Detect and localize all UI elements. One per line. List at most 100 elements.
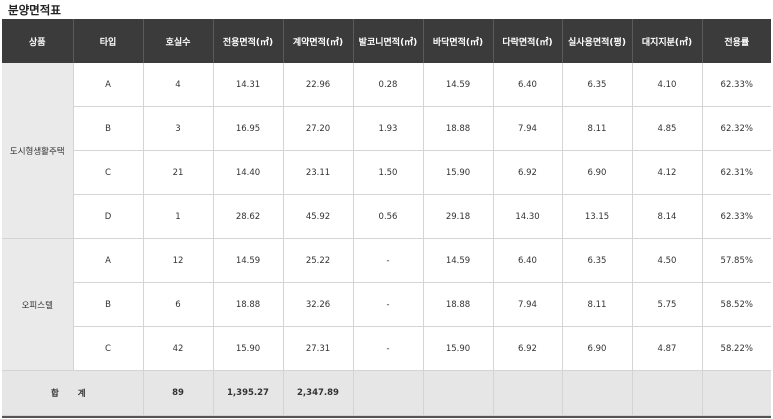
table-cell: 18.88 [423,106,494,151]
table-cell: 62.33% [702,63,771,107]
table-cell: 14.30 [493,194,563,239]
table-cell: 3 [143,106,214,151]
header-exclusive-ratio: 전용률 [702,19,771,63]
table-cell: 6.92 [493,150,563,195]
table-cell: - [353,326,424,371]
table-row: C 42 15.90 27.31-15.90 6.92 6.90 4.87 58.22% [2,326,771,371]
table-cell: A [73,238,144,283]
total-label: 합 계 [2,370,144,416]
table-cell: 14.59 [423,63,494,107]
table-cell: 14.40 [213,150,284,195]
table-cell: 22.96 [283,63,354,107]
table-row: D 1 28.62 45.92 0.56 29.18 14.30 13.15 8.14 62.33… [2,194,771,239]
table-row: B 6 18.88 32.26-18.88 7.94 8.11 5.75 58.52% [2,282,771,327]
table-cell: 32.26 [283,282,354,327]
total-empty [493,370,563,416]
table-cell: 15.90 [423,150,494,195]
table-cell: 6.35 [562,63,633,107]
table-cell: - [353,238,424,283]
table-cell: 27.20 [283,106,354,151]
table-cell: 6.40 [493,63,563,107]
table-cell: B [73,282,144,327]
table-cell: 18.88 [213,282,284,327]
table-cell: 42 [143,326,214,371]
table-cell: 21 [143,150,214,195]
header-units: 호실수 [143,19,214,63]
table-cell: 4.85 [632,106,703,151]
table-cell: 6.90 [562,326,633,371]
table-cell: 27.31 [283,326,354,371]
total-contract-area: 2,347.89 [283,370,354,416]
table-cell: 62.33% [702,194,771,239]
table-cell: 4.12 [632,150,703,195]
header-exclusive-area: 전용면적(㎡) [213,19,284,63]
table-cell: 8.11 [562,106,633,151]
table-cell: 58.22% [702,326,771,371]
table-cell: 4.87 [632,326,703,371]
header-floor-area: 바닥면적(㎡) [423,19,494,63]
table-cell: 14.59 [423,238,494,283]
total-empty [632,370,703,416]
table-cell: 1.50 [353,150,424,195]
table-cell: 14.31 [213,63,284,107]
table-cell: 28.62 [213,194,284,239]
table-cell: 4.50 [632,238,703,283]
table-cell: D [73,194,144,239]
table-cell: 16.95 [213,106,284,151]
header-balcony-area: 발코니면적(㎡) [353,19,424,63]
table-row: 오피스텔 A 12 14.59 25.22-14.59 6.40 6.35 4.50 57.85… [2,238,771,371]
table-row: B 3 16.95 27.20 1.93 18.88 7.94 8.11 4.85 62.32% [2,106,771,151]
table-cell: 5.75 [632,282,703,327]
table-cell: 13.15 [562,194,633,239]
table-cell: 7.94 [493,106,563,151]
product-group-cell: 도시형생활주택 [2,63,74,239]
header-land-share: 대지지분(㎡) [632,19,703,63]
table-cell: 7.94 [493,282,563,327]
total-empty [702,370,771,416]
bottom-rule [2,416,771,418]
table-cell: 23.11 [283,150,354,195]
table-cell: 58.52% [702,282,771,327]
header-attic-area: 다락면적(㎡) [493,19,563,63]
header-contract-area: 계약면적(㎡) [283,19,354,63]
table-cell: 6.90 [562,150,633,195]
table-cell: A [73,63,144,107]
table-cell: 29.18 [423,194,494,239]
table-cell: 1.93 [353,106,424,151]
table-cell: 6 [143,282,214,327]
header-type: 타입 [73,19,144,63]
header-product: 상품 [2,19,74,63]
table-cell: 6.35 [562,238,633,283]
table-cell: 15.90 [213,326,284,371]
table-cell: 57.85% [702,238,771,283]
table-cell: 0.28 [353,63,424,107]
table-cell: 45.92 [283,194,354,239]
table-cell: 0.56 [353,194,424,239]
table-cell: B [73,106,144,151]
table-cell: 14.59 [213,238,284,283]
table-cell: 1 [143,194,214,239]
table-cell: 62.31% [702,150,771,195]
table-cell: 15.90 [423,326,494,371]
total-exclusive-area: 1,395.27 [213,370,284,416]
total-row: 합 계 89 1,395.27 2,347.89 [2,370,771,416]
table-cell: 25.22 [283,238,354,283]
table-cell: C [73,150,144,195]
table-row: C 21 14.40 23.11 1.50 15.90 6.92 6.90 4.12 62.31% [2,150,771,195]
header-row: 상품 타입 호실수 전용면적(㎡) 계약면적(㎡) 발코니면적(㎡) 바닥면적(… [2,19,771,63]
table-cell: 6.40 [493,238,563,283]
table-cell: 8.11 [562,282,633,327]
header-actual-area: 실사용면적(평) [562,19,633,63]
total-empty [562,370,633,416]
table-cell: 62.32% [702,106,771,151]
total-empty [353,370,424,416]
table-cell: 12 [143,238,214,283]
table-cell: - [353,282,424,327]
table-cell: 4.10 [632,63,703,107]
total-empty [423,370,494,416]
table-cell: 18.88 [423,282,494,327]
area-table: 상품 타입 호실수 전용면적(㎡) 계약면적(㎡) 발코니면적(㎡) 바닥면적(… [2,19,771,416]
table-cell: 8.14 [632,194,703,239]
table-cell: 6.92 [493,326,563,371]
table-cell: C [73,326,144,371]
